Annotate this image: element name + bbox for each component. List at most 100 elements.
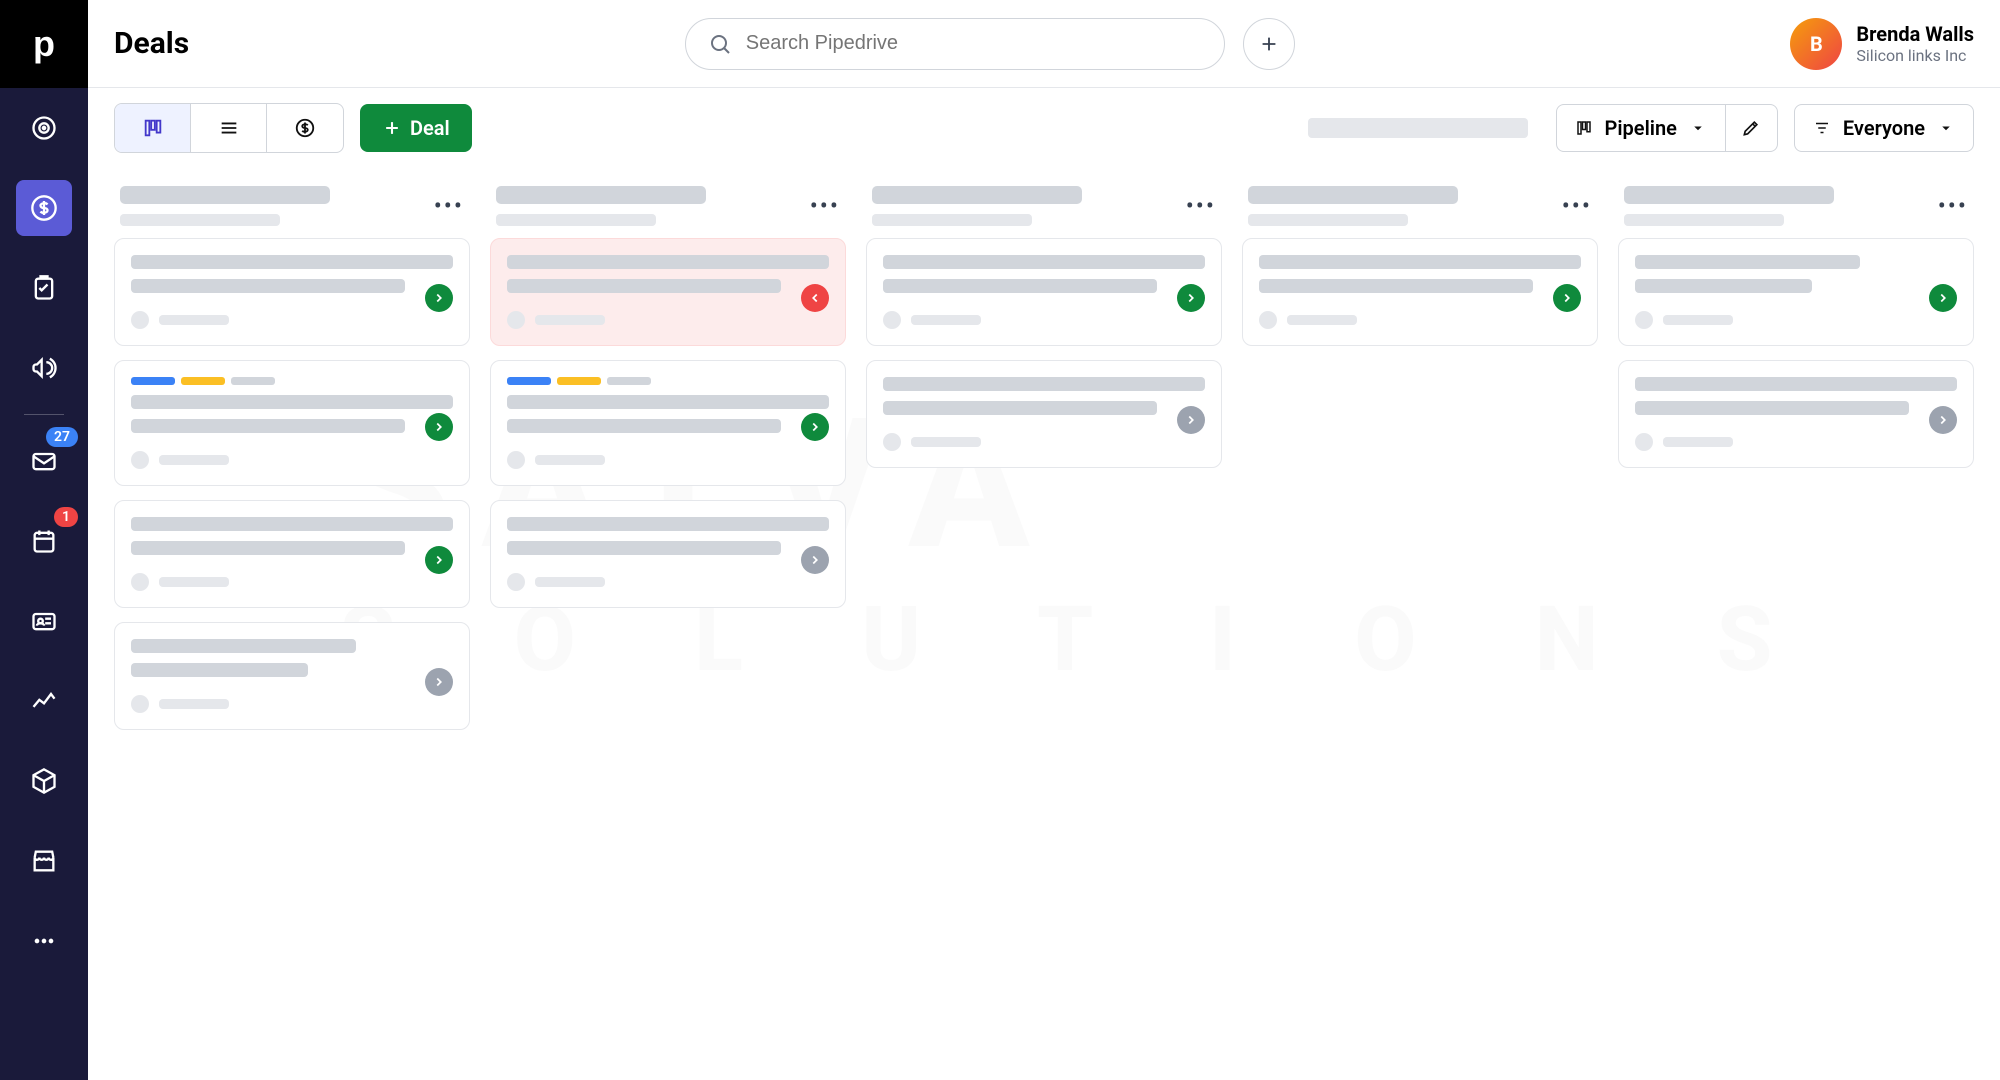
edit-pipeline-button[interactable]	[1726, 104, 1778, 152]
skeleton	[159, 577, 229, 587]
deal-card[interactable]	[1618, 238, 1974, 346]
nav-calendar[interactable]: 1	[16, 513, 72, 569]
deal-card[interactable]	[490, 500, 846, 608]
skeleton	[883, 279, 1157, 293]
column-menu-button[interactable]: •••	[810, 192, 840, 220]
tag-yellow	[181, 377, 225, 385]
view-forecast-button[interactable]	[267, 104, 343, 152]
status-green-icon[interactable]	[425, 546, 453, 574]
skeleton	[883, 433, 901, 451]
view-list-button[interactable]	[191, 104, 267, 152]
kanban-board: ••• •••	[88, 168, 2000, 1080]
status-green-icon[interactable]	[1929, 284, 1957, 312]
column-header: •••	[1242, 176, 1598, 238]
card-footer	[507, 451, 829, 469]
skeleton	[1259, 255, 1581, 269]
tag-blue	[507, 377, 551, 385]
column-menu-button[interactable]: •••	[1186, 192, 1216, 220]
deal-card[interactable]	[114, 500, 470, 608]
nav-marketplace[interactable]	[16, 833, 72, 889]
skeleton	[1635, 433, 1653, 451]
skeleton	[131, 419, 405, 433]
calendar-icon	[30, 527, 58, 555]
status-gray-icon[interactable]	[1929, 406, 1957, 434]
skeleton	[159, 315, 229, 325]
topbar: Deals B Brenda Walls Silicon links Inc	[88, 0, 2000, 88]
deal-card[interactable]	[490, 360, 846, 486]
status-green-icon[interactable]	[801, 413, 829, 441]
status-green-icon[interactable]	[425, 284, 453, 312]
column-menu-button[interactable]: •••	[1562, 192, 1592, 220]
deal-card[interactable]	[114, 238, 470, 346]
nav-target[interactable]	[16, 100, 72, 156]
view-kanban-button[interactable]	[115, 104, 191, 152]
nav-contacts[interactable]	[16, 593, 72, 649]
forecast-icon	[294, 117, 316, 139]
deal-card[interactable]	[866, 360, 1222, 468]
skeleton	[507, 279, 781, 293]
skeleton	[131, 311, 149, 329]
nav-insights[interactable]	[16, 673, 72, 729]
column-header: •••	[114, 176, 470, 238]
pipeline-column: •••	[1618, 176, 1974, 1072]
tag-yellow	[557, 377, 601, 385]
nav-deals[interactable]	[16, 180, 72, 236]
filter-icon	[1813, 119, 1831, 137]
mail-icon	[30, 447, 58, 475]
skeleton	[507, 419, 781, 433]
deal-card[interactable]	[1242, 238, 1598, 346]
column-menu-button[interactable]: •••	[1938, 192, 1968, 220]
filter-dropdown[interactable]: Everyone	[1794, 104, 1974, 152]
target-icon	[30, 114, 58, 142]
deal-card[interactable]	[866, 238, 1222, 346]
status-gray-icon[interactable]	[1177, 406, 1205, 434]
status-green-icon[interactable]	[425, 413, 453, 441]
store-icon	[30, 847, 58, 875]
nav-campaigns[interactable]	[16, 340, 72, 396]
skeleton	[507, 517, 829, 531]
status-green-icon[interactable]	[1177, 284, 1205, 312]
pipeline-icon	[1575, 119, 1593, 137]
user-name: Brenda Walls	[1856, 22, 1974, 46]
search-box[interactable]	[685, 18, 1225, 70]
deal-card[interactable]	[1618, 360, 1974, 468]
status-gray-icon[interactable]	[425, 668, 453, 696]
kanban-icon	[142, 117, 164, 139]
skeleton	[1663, 437, 1733, 447]
status-green-icon[interactable]	[1553, 284, 1581, 312]
card-footer	[1259, 311, 1581, 329]
sidebar: p 27 1	[0, 0, 88, 1080]
nav-products[interactable]	[16, 753, 72, 809]
column-subtitle-skeleton	[872, 214, 1032, 226]
card-footer	[131, 451, 453, 469]
deal-card[interactable]	[114, 622, 470, 730]
skeleton	[507, 255, 829, 269]
user-menu[interactable]: B Brenda Walls Silicon links Inc	[1790, 18, 1974, 70]
column-menu-button[interactable]: •••	[434, 192, 464, 220]
skeleton	[159, 455, 229, 465]
pipeline-column: •••	[490, 176, 846, 1072]
column-title-skeleton	[120, 186, 330, 204]
status-gray-icon[interactable]	[801, 546, 829, 574]
nav-tasks[interactable]	[16, 260, 72, 316]
quick-add-button[interactable]	[1243, 18, 1295, 70]
column-subtitle-skeleton	[1248, 214, 1408, 226]
status-red-icon[interactable]	[801, 284, 829, 312]
deal-card[interactable]	[490, 238, 846, 346]
column-subtitle-skeleton	[1624, 214, 1784, 226]
logo[interactable]: p	[0, 0, 88, 88]
skeleton	[131, 255, 453, 269]
skeleton	[131, 451, 149, 469]
nav-more[interactable]	[16, 913, 72, 969]
search-input[interactable]	[746, 32, 1202, 55]
clipboard-icon	[30, 274, 58, 302]
nav-mail[interactable]: 27	[16, 433, 72, 489]
skeleton	[535, 577, 605, 587]
add-deal-button[interactable]: Deal	[360, 104, 472, 152]
deal-card[interactable]	[114, 360, 470, 486]
skeleton	[507, 573, 525, 591]
skeleton	[883, 377, 1205, 391]
column-title-skeleton	[1248, 186, 1458, 204]
pipeline-dropdown[interactable]: Pipeline	[1556, 104, 1726, 152]
skeleton	[911, 315, 981, 325]
